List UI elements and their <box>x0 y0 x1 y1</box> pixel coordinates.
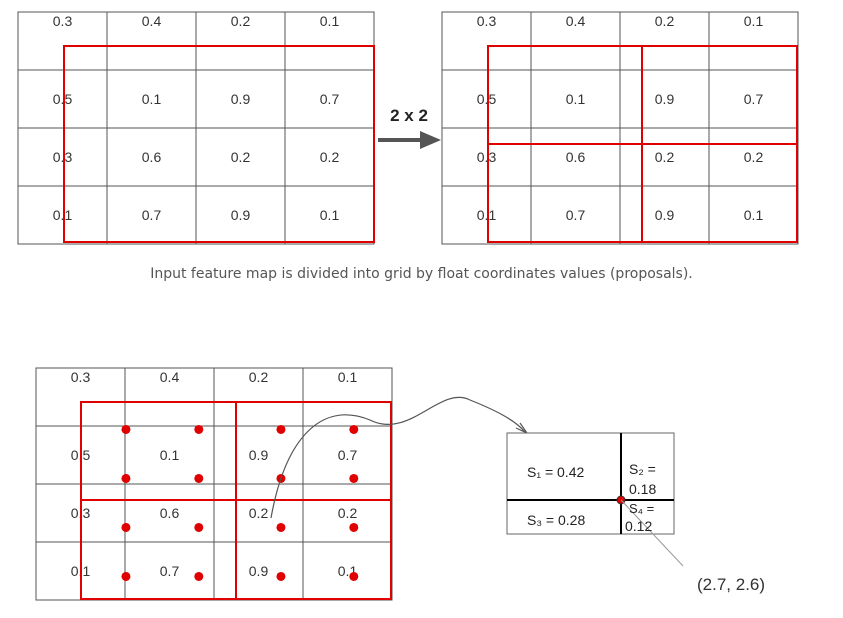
sample-point <box>349 522 359 532</box>
cell-value: 0.1 <box>320 13 340 29</box>
cell-value: 0.2 <box>655 13 675 29</box>
cell-value: 0.3 <box>53 13 73 29</box>
sample-point <box>349 424 359 434</box>
cell-value: 0.1 <box>477 207 497 223</box>
sample-point <box>349 473 359 483</box>
cell-value: 0.9 <box>231 91 251 107</box>
cell-value: 0.3 <box>71 369 91 385</box>
cell-value: 0.2 <box>744 149 764 165</box>
cell-value: 0.9 <box>249 447 269 463</box>
cell-value: 0.4 <box>566 13 586 29</box>
sample-point <box>121 522 131 532</box>
cell-value: 0.1 <box>320 207 340 223</box>
sample-point <box>194 522 204 532</box>
cell-value: 0.4 <box>160 369 180 385</box>
s2-value: 0.18 <box>629 481 656 497</box>
cell-value: 0.7 <box>160 563 180 579</box>
pooling-arrow <box>378 131 441 149</box>
cell-value: 0.2 <box>231 13 251 29</box>
cell-value: 0.3 <box>477 13 497 29</box>
cell-value: 0.9 <box>231 207 251 223</box>
sample-point <box>194 424 204 434</box>
zoom-box <box>506 432 684 567</box>
cell-value: 0.7 <box>320 91 340 107</box>
sample-points <box>121 424 359 581</box>
cell-value: 0.9 <box>249 563 269 579</box>
cell-value: 0.2 <box>655 149 675 165</box>
cell-value: 0.7 <box>142 207 162 223</box>
sample-point <box>194 473 204 483</box>
cell-value: 0.5 <box>477 91 497 107</box>
cell-value: 0.1 <box>160 447 180 463</box>
cell-value: 0.6 <box>566 149 586 165</box>
s2-label: S₂ = <box>629 461 656 477</box>
sample-point <box>276 424 286 434</box>
sample-point <box>276 522 286 532</box>
cell-value: 0.9 <box>655 91 675 107</box>
cell-value: 0.1 <box>744 13 764 29</box>
s4-label: S₄ = <box>629 501 654 516</box>
cell-value: 0.1 <box>566 91 586 107</box>
cell-value: 0.2 <box>249 505 269 521</box>
caption: Input feature map is divided into grid b… <box>150 266 693 282</box>
s3-label: S₃ = 0.28 <box>527 512 585 528</box>
sample-point <box>349 571 359 581</box>
cell-value: 0.1 <box>142 91 162 107</box>
cell-value: 0.2 <box>320 149 340 165</box>
cell-value: 0.2 <box>249 369 269 385</box>
cell-value: 0.5 <box>53 91 73 107</box>
arrow-label: 2 x 2 <box>390 106 428 125</box>
sample-point <box>194 571 204 581</box>
cell-value: 0.6 <box>160 505 180 521</box>
sample-point <box>121 473 131 483</box>
sample-point <box>121 571 131 581</box>
s1-label: S₁ = 0.42 <box>527 464 584 480</box>
cell-value: 0.6 <box>142 149 162 165</box>
sample-point <box>276 571 286 581</box>
cell-value: 0.7 <box>338 447 358 463</box>
s4-value: 0.12 <box>625 518 652 534</box>
cell-value: 0.4 <box>142 13 162 29</box>
roi-align-diagram: 0.3 0.4 0.2 0.1 0.5 0.1 0.9 0.7 0.3 0.6 0.2 0.2 0.1 0… <box>17 11 799 601</box>
cell-value: 0.1 <box>744 207 764 223</box>
cell-value: 0.2 <box>338 505 358 521</box>
cell-value: 0.2 <box>231 149 251 165</box>
cell-value: 0.3 <box>477 149 497 165</box>
point-coordinate-label: (2.7, 2.6) <box>697 575 766 594</box>
cell-value: 0.7 <box>566 207 586 223</box>
sample-point <box>121 424 131 434</box>
cell-value: 0.1 <box>53 207 73 223</box>
cell-value: 0.7 <box>744 91 764 107</box>
cell-value: 0.1 <box>338 369 358 385</box>
cell-value: 0.9 <box>655 207 675 223</box>
cell-value: 0.3 <box>53 149 73 165</box>
